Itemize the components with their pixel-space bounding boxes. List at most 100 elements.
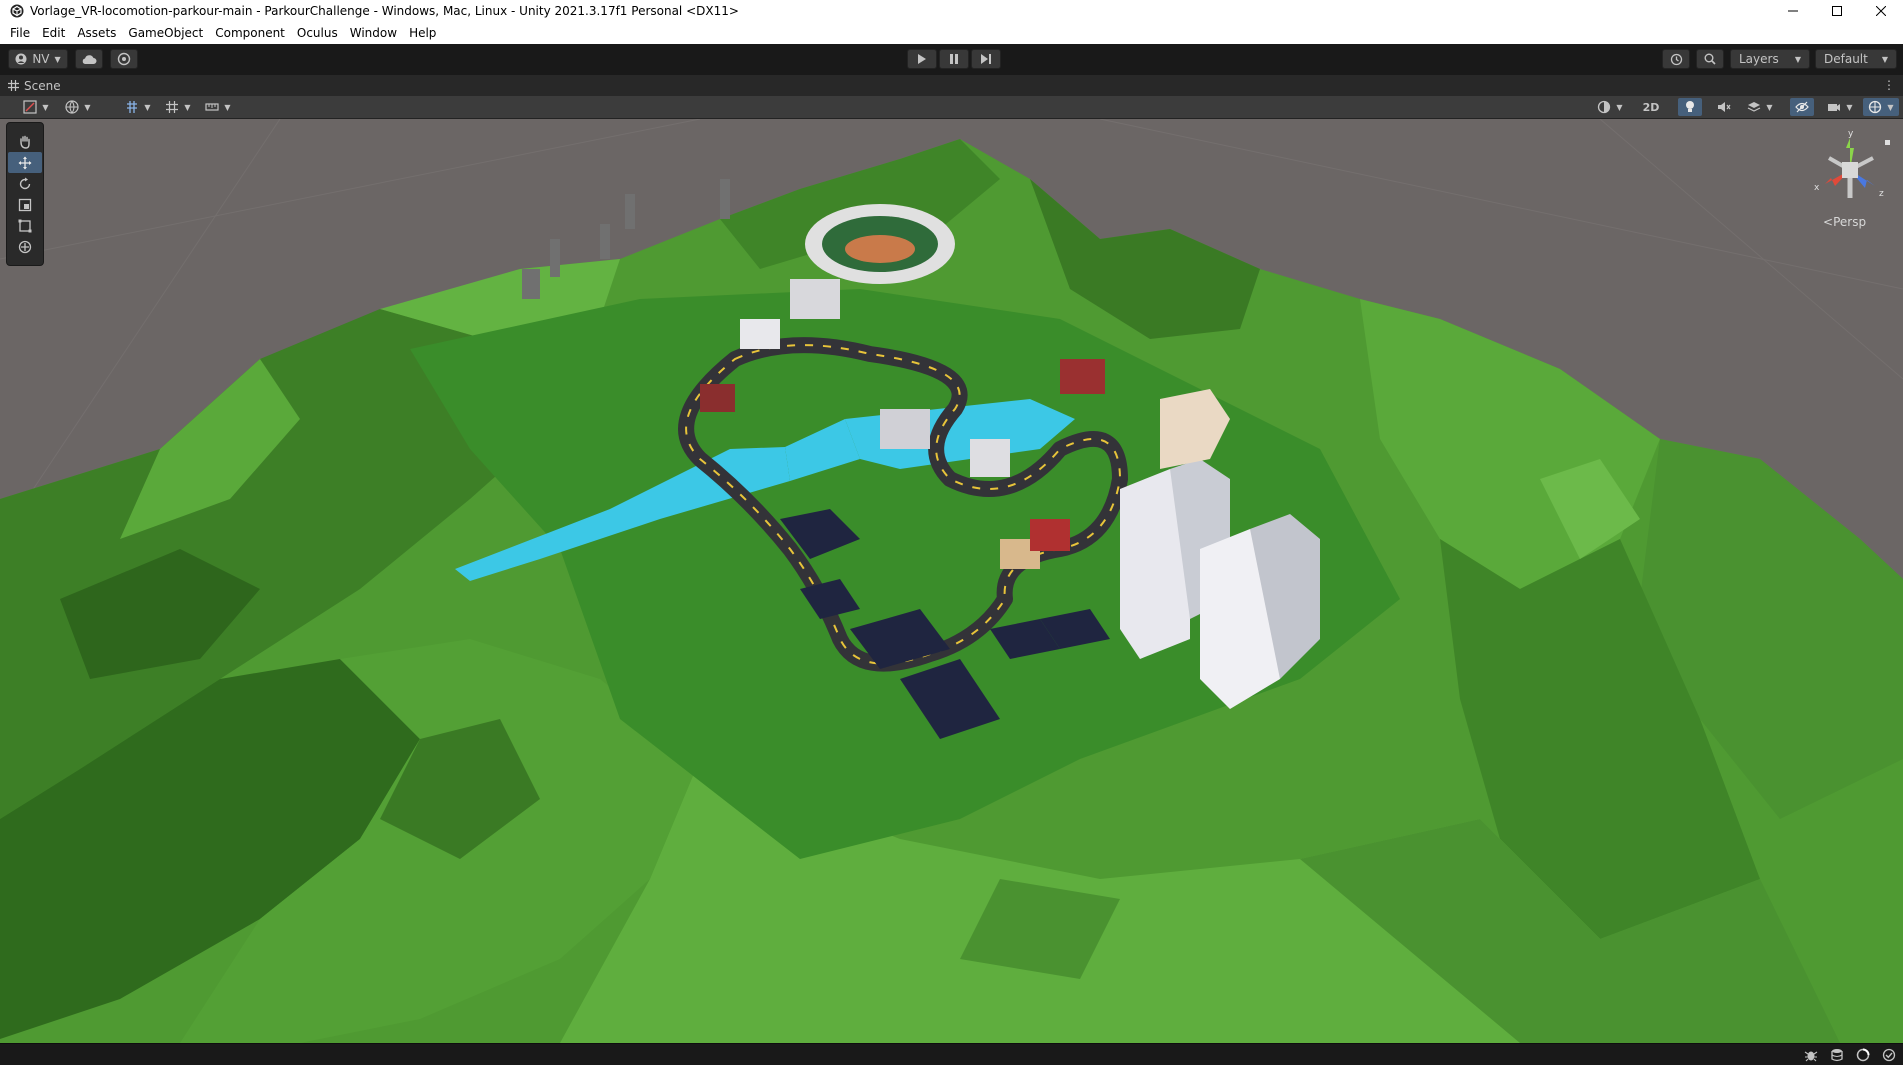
layers-label: Layers <box>1739 52 1779 66</box>
auto-refresh-status[interactable] <box>1881 1047 1897 1063</box>
rect-transform-icon <box>18 219 32 232</box>
menu-help[interactable]: Help <box>403 26 442 40</box>
draw-mode-icon <box>23 100 38 114</box>
rect-tool[interactable] <box>8 215 42 236</box>
account-label: NV <box>32 52 50 66</box>
chevron-down-icon: ▼ <box>1846 102 1853 112</box>
scene-tab-bar: Scene ⋮ <box>0 75 1903 96</box>
projection-toggle[interactable]: <Persp <box>1823 215 1866 229</box>
menu-window[interactable]: Window <box>344 26 403 40</box>
status-bar <box>0 1043 1903 1065</box>
speaker-muted-icon <box>1718 102 1731 112</box>
menu-assets[interactable]: Assets <box>71 26 122 40</box>
move-arrows-icon <box>18 156 32 169</box>
tab-scene[interactable]: Scene <box>0 75 69 96</box>
audio-toggle[interactable] <box>1712 98 1736 116</box>
lighting-toggle[interactable] <box>1678 98 1702 116</box>
toggle-2d-button[interactable]: 2D <box>1637 98 1665 116</box>
maximize-icon <box>1832 6 1842 16</box>
stadium <box>805 204 955 284</box>
scene-toolbar: ▼ ▼ ▼ ▼ ▼ ▼ 2D ▼ ▼ ▼ <box>0 96 1903 119</box>
effects-dropdown[interactable]: ▼ <box>1742 98 1778 116</box>
account-dropdown[interactable]: NV ▼ <box>8 49 68 69</box>
move-tool[interactable] <box>8 152 42 173</box>
shading-mode-dropdown[interactable]: ▼ <box>1592 98 1628 116</box>
cache-server-status[interactable] <box>1829 1047 1845 1063</box>
chevron-down-icon: ▼ <box>42 102 49 112</box>
window-controls <box>1771 0 1903 22</box>
chevron-down-icon: ▼ <box>54 54 61 64</box>
rotate-tool[interactable] <box>8 173 42 194</box>
chevron-down-icon: ▼ <box>144 102 151 112</box>
scene-visibility-toggle[interactable] <box>1790 98 1814 116</box>
close-button[interactable] <box>1859 0 1903 22</box>
grid-visibility-dropdown[interactable]: ▼ <box>160 98 196 116</box>
grid-hash-icon <box>8 80 19 91</box>
menu-bar: File Edit Assets GameObject Component Oc… <box>0 22 1903 44</box>
menu-gameobject[interactable]: GameObject <box>122 26 209 40</box>
window-titlebar: Vorlage_VR-locomotion-parkour-main - Par… <box>0 0 1903 22</box>
close-icon <box>1876 6 1886 16</box>
pause-icon <box>950 54 958 64</box>
grid-snap-dropdown[interactable]: ▼ <box>120 98 156 116</box>
orientation-gizmo[interactable]: y x z <box>1805 128 1895 228</box>
increment-snap-dropdown[interactable]: ▼ <box>200 98 236 116</box>
menu-file[interactable]: File <box>4 26 36 40</box>
lightbulb-icon <box>1686 101 1694 112</box>
history-icon <box>1670 53 1682 65</box>
cloud-button[interactable] <box>75 49 103 69</box>
transform-icon <box>18 240 32 253</box>
progress-ring-icon <box>1856 1048 1870 1062</box>
minimize-icon <box>1788 10 1798 12</box>
unity-logo-icon <box>10 4 24 18</box>
scale-icon <box>18 198 32 211</box>
check-circle-icon <box>1882 1048 1896 1062</box>
play-button[interactable] <box>907 49 937 69</box>
scale-tool[interactable] <box>8 194 42 215</box>
hand-icon <box>20 135 30 149</box>
layout-dropdown[interactable]: Default ▼ <box>1815 49 1897 69</box>
collab-icon <box>117 52 131 66</box>
step-icon <box>981 54 991 64</box>
pause-button[interactable] <box>939 49 969 69</box>
search-button[interactable] <box>1696 49 1724 69</box>
draw-mode-dropdown[interactable]: ▼ <box>18 98 54 116</box>
chevron-down-icon: ▼ <box>224 102 231 112</box>
step-button[interactable] <box>971 49 1001 69</box>
chevron-down-icon: ▼ <box>1887 102 1894 112</box>
cloud-icon <box>82 54 97 64</box>
layers-stack-icon <box>1748 102 1761 112</box>
layers-dropdown[interactable]: Layers ▼ <box>1730 49 1810 69</box>
more-options-icon[interactable]: ⋮ <box>1883 78 1895 92</box>
gizmo-x-label: x <box>1814 183 1820 193</box>
gizmo-y-label: y <box>1848 129 1854 139</box>
camera-settings-dropdown[interactable]: ▼ <box>1822 98 1858 116</box>
minimize-button[interactable] <box>1771 0 1815 22</box>
maximize-button[interactable] <box>1815 0 1859 22</box>
globe-icon <box>65 100 80 114</box>
play-icon <box>918 54 926 64</box>
scene-render <box>0 119 1903 1043</box>
menu-oculus[interactable]: Oculus <box>291 26 344 40</box>
eye-slash-icon <box>1795 101 1809 113</box>
window-title: Vorlage_VR-locomotion-parkour-main - Par… <box>30 4 739 18</box>
render-globe-dropdown[interactable]: ▼ <box>60 98 96 116</box>
chevron-down-icon: ▼ <box>1766 102 1773 112</box>
scene-tab-label: Scene <box>24 78 61 93</box>
hand-tool[interactable] <box>8 131 42 152</box>
transform-tool[interactable] <box>8 236 42 257</box>
scene-viewport[interactable] <box>0 119 1903 1043</box>
collab-button[interactable] <box>110 49 138 69</box>
menu-component[interactable]: Component <box>209 26 291 40</box>
search-icon <box>1704 53 1716 65</box>
gizmos-dropdown[interactable]: ▼ <box>1863 98 1899 116</box>
lighting-progress-status[interactable] <box>1855 1047 1871 1063</box>
main-toolbar: NV ▼ Layers ▼ Default ▼ <box>0 44 1903 75</box>
undo-history-button[interactable] <box>1662 49 1690 69</box>
debug-toggle[interactable] <box>1803 1047 1819 1063</box>
tool-palette <box>6 122 44 266</box>
projection-label: Persp <box>1833 215 1867 229</box>
menu-edit[interactable]: Edit <box>36 26 71 40</box>
camera-icon <box>1828 104 1841 111</box>
chevron-down-icon: ▼ <box>184 102 191 112</box>
